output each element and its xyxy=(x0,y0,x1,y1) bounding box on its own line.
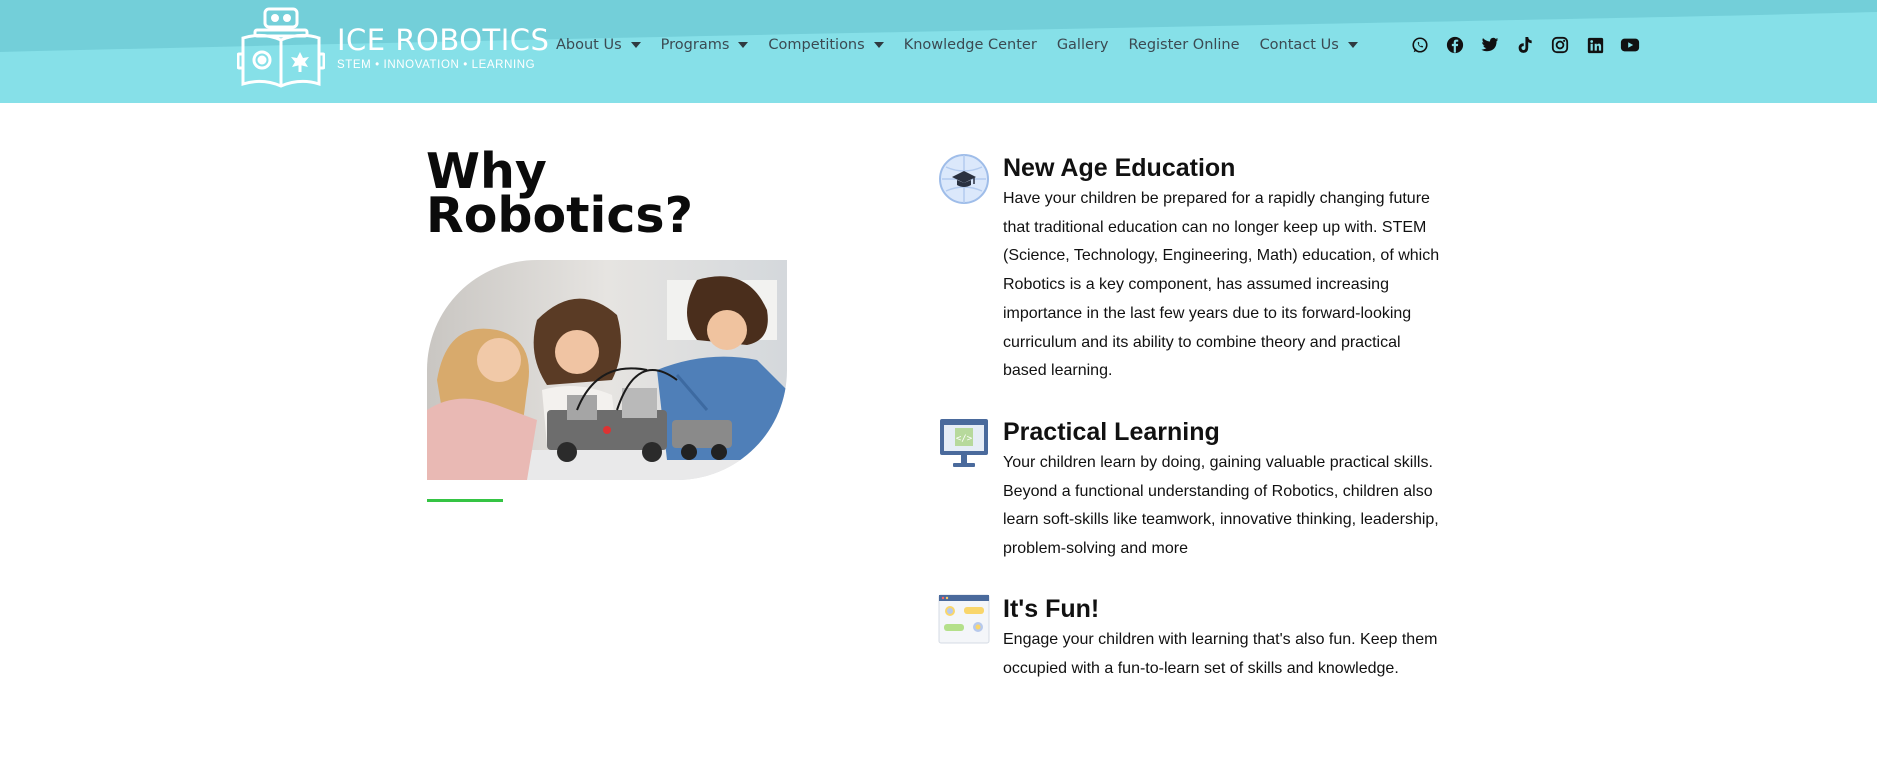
whatsapp-icon[interactable] xyxy=(1410,35,1430,55)
nav-item-label: Contact Us xyxy=(1259,37,1339,53)
tiktok-icon[interactable] xyxy=(1515,35,1535,55)
feature-practical-learning: </> Practical Learning Your children lea… xyxy=(938,417,1478,564)
logo-tagline: STEM • INNOVATION • LEARNING xyxy=(337,59,536,71)
nav-item-gallery[interactable]: Gallery xyxy=(1057,37,1109,53)
feature-title: Practical Learning xyxy=(1003,418,1220,446)
nav-item-label: Competitions xyxy=(768,37,865,53)
nav-item-label: Register Online xyxy=(1128,37,1240,53)
social-links xyxy=(1410,35,1655,55)
nav-item-label: About Us xyxy=(556,37,622,53)
caret-down-icon[interactable] xyxy=(738,42,749,48)
caret-down-icon[interactable] xyxy=(1347,42,1358,48)
site-header: ICE ROBOTICS STEM • INNOVATION • LEARNIN… xyxy=(0,0,1877,103)
feature-its-fun: It's Fun! Engage your children with lear… xyxy=(938,594,1478,683)
instagram-icon[interactable] xyxy=(1550,35,1570,55)
logo-title: ICE ROBOTICS xyxy=(337,23,550,57)
site-logo[interactable]: ICE ROBOTICS STEM • INNOVATION • LEARNIN… xyxy=(237,4,549,90)
nav-item-label: Gallery xyxy=(1056,37,1109,53)
why-robotics-heading: Why Robotics? xyxy=(426,143,693,244)
nav-item-programs[interactable]: Programs xyxy=(661,37,749,53)
svg-text:</>: </> xyxy=(956,434,973,444)
kids-robotics-photo xyxy=(427,260,787,480)
code-monitor-icon: </> xyxy=(940,419,988,467)
graduation-globe-icon xyxy=(939,154,989,204)
accent-divider xyxy=(427,499,503,502)
nav-item-label: Programs xyxy=(660,37,730,53)
caret-down-icon[interactable] xyxy=(873,42,884,48)
feature-text: Have your children be prepared for a rap… xyxy=(1003,190,1440,380)
browser-window-icon xyxy=(938,594,990,644)
nav-item-knowledge-center[interactable]: Knowledge Center xyxy=(904,37,1037,53)
nav-item-about-us[interactable]: About Us xyxy=(556,37,641,53)
caret-down-icon[interactable] xyxy=(630,42,641,48)
robot-book-logo-icon xyxy=(237,7,325,88)
linkedin-icon[interactable] xyxy=(1585,35,1605,55)
facebook-icon[interactable] xyxy=(1445,35,1465,55)
feature-title: New Age Education xyxy=(1003,154,1236,182)
nav-item-competitions[interactable]: Competitions xyxy=(768,37,884,53)
main-nav: About Us Programs Competitions Knowledge… xyxy=(556,37,1378,53)
twitter-icon[interactable] xyxy=(1480,35,1500,55)
nav-item-label: Knowledge Center xyxy=(903,37,1037,53)
feature-title: It's Fun! xyxy=(1003,595,1100,623)
nav-item-contact-us[interactable]: Contact Us xyxy=(1260,37,1358,53)
feature-text: Engage your children with learning that'… xyxy=(1003,631,1438,677)
youtube-icon[interactable] xyxy=(1620,35,1640,55)
nav-item-register-online[interactable]: Register Online xyxy=(1128,37,1239,53)
feature-new-age-education: New Age Education Have your children be … xyxy=(938,153,1478,386)
feature-text: Your children learn by doing, gaining va… xyxy=(1003,454,1439,558)
